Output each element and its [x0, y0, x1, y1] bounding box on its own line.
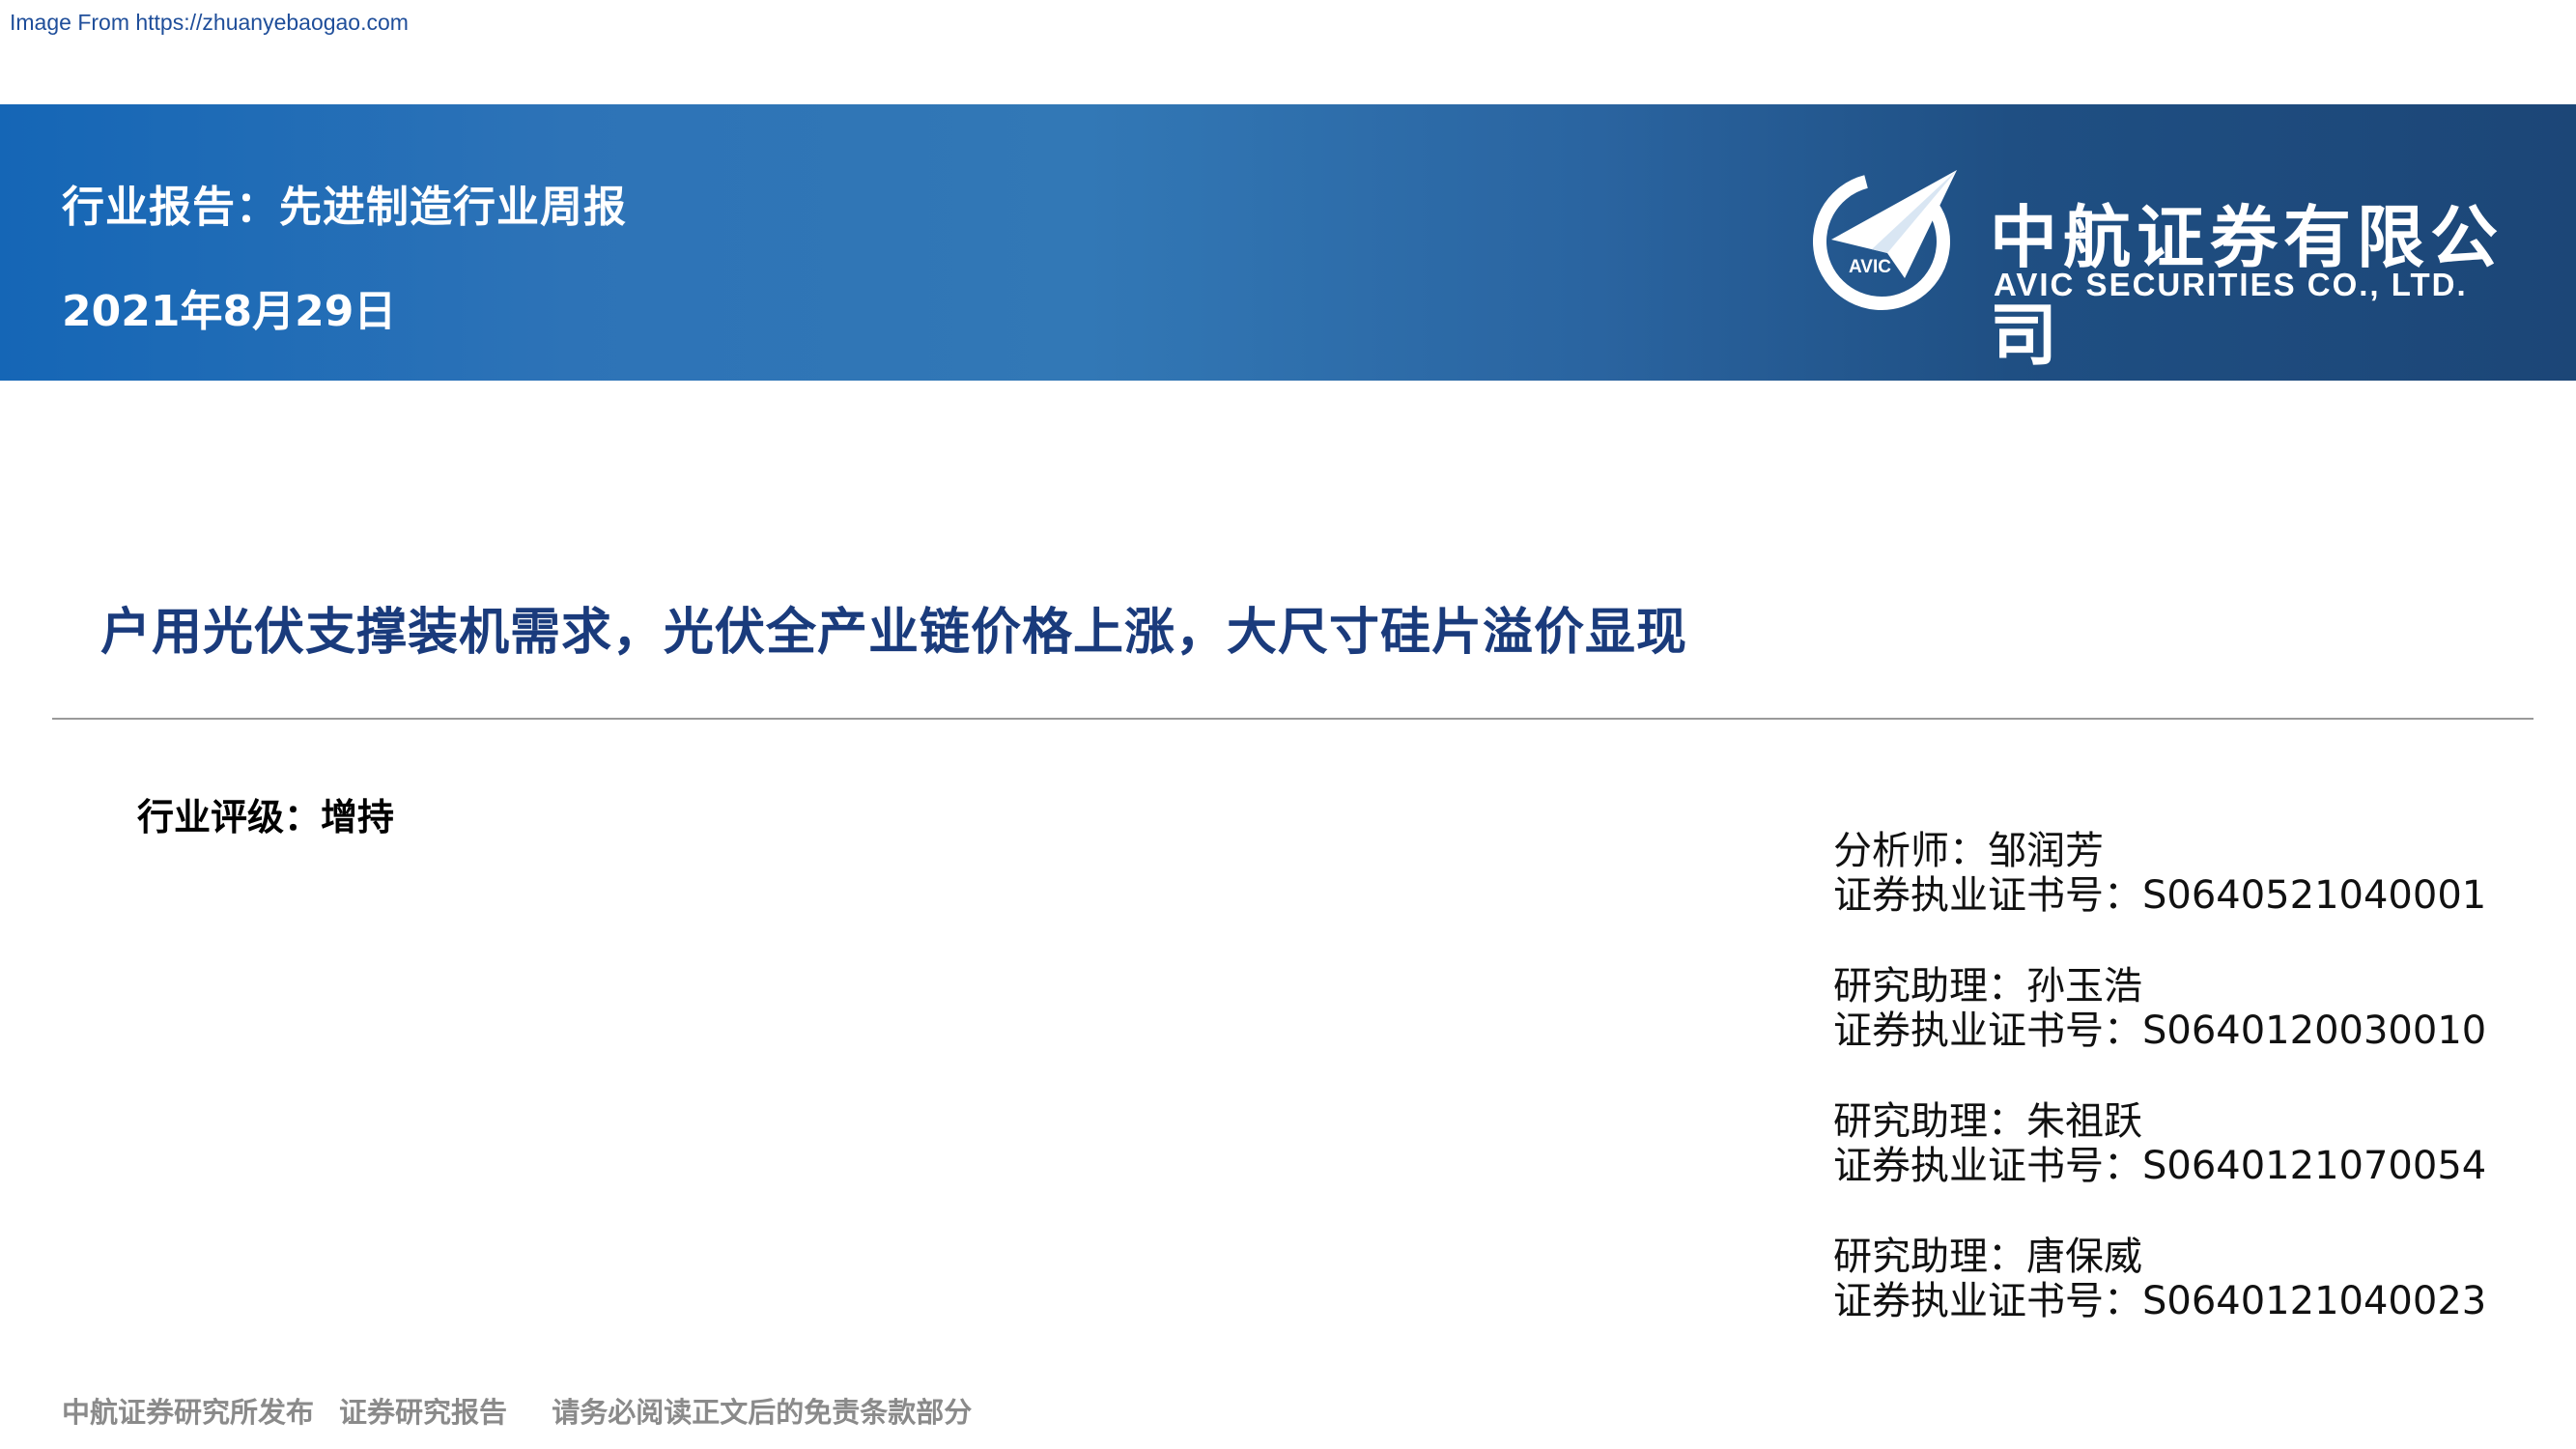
page-footer: 中航证券研究所发布 证券研究报告 请务必阅读正文后的免责条款部分	[62, 1390, 997, 1431]
analyst-cert: 证券执业证书号：S0640121070054	[1833, 1144, 2487, 1188]
analyst-name: 研究助理：孙玉浩	[1833, 964, 2142, 1009]
footer-report-kind: 证券研究报告	[339, 1396, 508, 1429]
report-type: 行业报告：先进制造行业周报	[62, 183, 627, 232]
analyst-list: 分析师：邹润芳 证券执业证书号：S0640521040001 研究助理：孙玉浩 …	[1833, 829, 2509, 1370]
footer-publisher: 中航证券研究所发布	[62, 1396, 315, 1429]
analyst-name: 研究助理：唐保威	[1833, 1235, 2142, 1279]
analyst-cert: 证券执业证书号：S0640120030010	[1833, 1009, 2487, 1053]
analyst-entry: 研究助理：唐保威 证券执业证书号：S0640121040023	[1833, 1235, 2509, 1323]
industry-rating: 行业评级：增持	[137, 796, 395, 838]
analyst-name: 研究助理：朱祖跃	[1833, 1099, 2142, 1144]
company-name-en: AVIC SECURITIES CO., LTD.	[1994, 267, 2468, 302]
analyst-entry: 分析师：邹润芳 证券执业证书号：S0640521040001	[1833, 829, 2509, 918]
avic-logo-icon: AVIC	[1813, 170, 1957, 310]
header-banner: 行业报告：先进制造行业周报 2021年8月29日 AVIC 中航证券有限公司 A…	[0, 104, 2576, 381]
analyst-entry: 研究助理：孙玉浩 证券执业证书号：S0640120030010	[1833, 964, 2509, 1053]
report-title: 户用光伏支撑装机需求，光伏全产业链价格上涨，大尺寸硅片溢价显现	[100, 604, 1688, 662]
logo-mark-text: AVIC	[1849, 257, 1891, 277]
analyst-cert: 证券执业证书号：S0640521040001	[1833, 873, 2487, 918]
source-watermark: Image From https://zhuanyebaogao.com	[10, 10, 409, 35]
analyst-name: 分析师：邹润芳	[1833, 829, 2104, 873]
title-divider	[52, 718, 2534, 720]
analyst-cert: 证券执业证书号：S0640121040023	[1833, 1279, 2487, 1323]
report-date: 2021年8月29日	[62, 287, 397, 336]
analyst-entry: 研究助理：朱祖跃 证券执业证书号：S0640121070054	[1833, 1099, 2509, 1188]
footer-disclaimer: 请务必阅读正文后的免责条款部分	[552, 1396, 973, 1429]
